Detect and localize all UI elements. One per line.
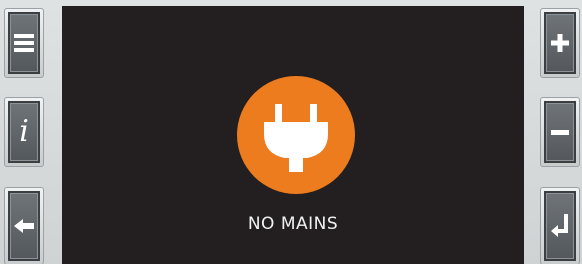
enter-button[interactable] — [540, 187, 580, 264]
back-arrow-icon — [14, 219, 34, 233]
menu-icon — [14, 34, 34, 52]
enter-button-face — [544, 191, 576, 261]
info-icon: i — [19, 114, 29, 149]
controller-panel: i NO MAINS — [0, 0, 582, 264]
status-message: NO MAINS — [247, 214, 339, 234]
plus-button-face — [544, 12, 576, 74]
menu-button-face — [8, 12, 40, 74]
info-button-face: i — [8, 101, 40, 163]
menu-button[interactable] — [4, 8, 44, 78]
enter-icon — [551, 214, 568, 237]
plug-icon — [264, 104, 328, 172]
minus-button-face — [544, 101, 576, 163]
unplugged-mains-icon — [237, 76, 355, 194]
plus-button[interactable] — [540, 8, 580, 78]
back-button[interactable] — [4, 187, 44, 264]
display-screen: NO MAINS — [62, 6, 524, 264]
info-button[interactable]: i — [4, 97, 44, 167]
plus-icon — [551, 34, 569, 52]
minus-button[interactable] — [540, 97, 580, 167]
minus-icon — [551, 130, 569, 135]
back-button-face — [8, 191, 40, 261]
